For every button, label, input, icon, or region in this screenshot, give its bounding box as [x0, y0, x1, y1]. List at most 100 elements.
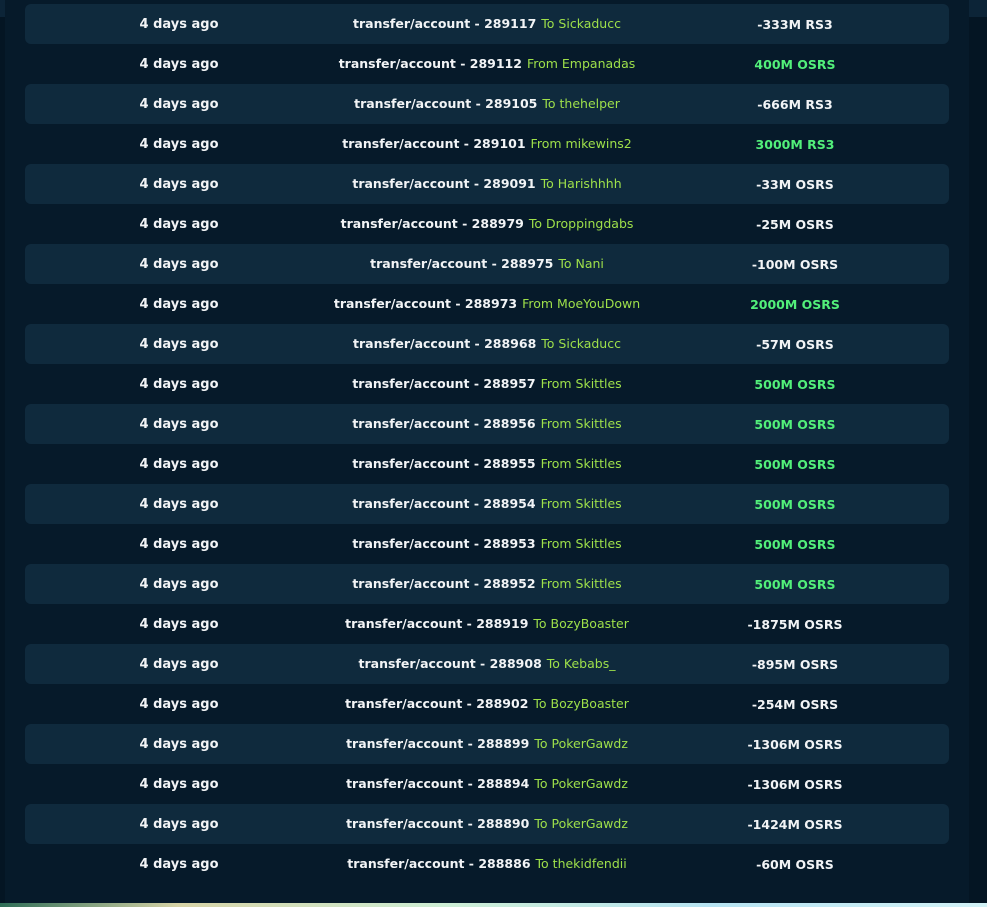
transaction-party-link[interactable]: From Skittles	[541, 376, 622, 391]
transaction-description: transfer/account - 288955 From Skittles	[333, 456, 641, 472]
transaction-party-link[interactable]: From Skittles	[541, 576, 622, 591]
transaction-row: 4 days ago transfer/account - 288956 From …	[25, 404, 949, 444]
transaction-ref: transfer/account - 288975	[370, 256, 554, 271]
transaction-party-link[interactable]: To Kebabs_	[547, 656, 616, 671]
transaction-amount: -666M RS3	[757, 96, 833, 112]
transaction-party-link[interactable]: To Harishhhh	[541, 176, 622, 191]
transaction-time: 4 days ago	[139, 256, 219, 272]
transaction-description: transfer/account - 288957 From Skittles	[333, 376, 641, 392]
transaction-description: transfer/account - 288954 From Skittles	[333, 496, 641, 512]
transaction-amount: -1424M OSRS	[747, 816, 843, 832]
transaction-ref: transfer/account - 288968	[353, 336, 537, 351]
transaction-party-link[interactable]: To Sickaducc	[541, 16, 621, 31]
transaction-party-link[interactable]: To BozyBoaster	[533, 696, 628, 711]
transaction-ref: transfer/account - 288919	[345, 616, 529, 631]
transaction-time: 4 days ago	[139, 536, 219, 552]
transaction-time: 4 days ago	[139, 856, 219, 872]
transaction-description: transfer/account - 288886 To thekidfendii	[333, 856, 641, 872]
transaction-amount: 400M OSRS	[754, 56, 836, 72]
transaction-amount: -1875M OSRS	[747, 616, 843, 632]
transaction-row: 4 days ago transfer/account - 289091 To Ha…	[25, 164, 949, 204]
transaction-amount: 500M OSRS	[754, 496, 836, 512]
transaction-row: 4 days ago transfer/account - 288902 To Bo…	[25, 684, 949, 724]
transaction-time: 4 days ago	[139, 416, 219, 432]
transaction-description: transfer/account - 289101 From mikewins2	[333, 136, 641, 152]
transaction-time: 4 days ago	[139, 696, 219, 712]
transaction-ref: transfer/account - 288886	[347, 856, 531, 871]
transaction-ref: transfer/account - 289117	[353, 16, 537, 31]
transaction-ref: transfer/account - 288952	[352, 576, 536, 591]
transaction-description: transfer/account - 288968 To Sickaducc	[333, 336, 641, 352]
transaction-party-link[interactable]: From Skittles	[541, 536, 622, 551]
transaction-party-link[interactable]: To BozyBoaster	[533, 616, 628, 631]
transaction-description: transfer/account - 288908 To Kebabs_	[333, 656, 641, 672]
transaction-amount: -33M OSRS	[756, 176, 834, 192]
transaction-row: 4 days ago transfer/account - 288952 From …	[25, 564, 949, 604]
transaction-ref: transfer/account - 289091	[352, 176, 536, 191]
transaction-ref: transfer/account - 289105	[354, 96, 538, 111]
transaction-amount: 500M OSRS	[754, 576, 836, 592]
transaction-time: 4 days ago	[139, 176, 219, 192]
transaction-list: 4 days ago transfer/account - 289117 To Si…	[25, 4, 949, 884]
transaction-description: transfer/account - 288952 From Skittles	[333, 576, 641, 592]
transaction-row: 4 days ago transfer/account - 288957 From …	[25, 364, 949, 404]
transaction-amount: -333M RS3	[757, 16, 833, 32]
transaction-party-link[interactable]: To PokerGawdz	[534, 776, 628, 791]
transaction-party-link[interactable]: From Skittles	[541, 496, 622, 511]
transaction-party-link[interactable]: To PokerGawdz	[534, 736, 628, 751]
transaction-amount: 500M OSRS	[754, 376, 836, 392]
transaction-amount: 500M OSRS	[754, 416, 836, 432]
transaction-party-link[interactable]: To thehelper	[542, 96, 620, 111]
transaction-time: 4 days ago	[139, 56, 219, 72]
transaction-description: transfer/account - 288975 To Nani	[333, 256, 641, 272]
transaction-description: transfer/account - 288899 To PokerGawdz	[333, 736, 641, 752]
transaction-time: 4 days ago	[139, 656, 219, 672]
transaction-time: 4 days ago	[139, 736, 219, 752]
transaction-amount: -1306M OSRS	[747, 776, 843, 792]
transaction-party-link[interactable]: From Empanadas	[527, 56, 635, 71]
transaction-row: 4 days ago transfer/account - 289105 To th…	[25, 84, 949, 124]
transaction-time: 4 days ago	[139, 96, 219, 112]
transaction-ref: transfer/account - 289112	[338, 56, 522, 71]
transaction-party-link[interactable]: To PokerGawdz	[534, 816, 628, 831]
transaction-amount: -57M OSRS	[756, 336, 834, 352]
transaction-party-link[interactable]: From MoeYouDown	[522, 296, 640, 311]
transaction-time: 4 days ago	[139, 496, 219, 512]
transaction-amount: -895M OSRS	[751, 656, 839, 672]
bottom-gradient-bar	[0, 903, 987, 907]
transaction-row: 4 days ago transfer/account - 289117 To Si…	[25, 4, 949, 44]
transaction-party-link[interactable]: To Sickaducc	[541, 336, 621, 351]
transaction-party-link[interactable]: To Droppingdabs	[529, 216, 634, 231]
transaction-time: 4 days ago	[139, 296, 219, 312]
transaction-row: 4 days ago transfer/account - 289112 From …	[25, 44, 949, 84]
transaction-party-link[interactable]: To thekidfendii	[536, 856, 627, 871]
transaction-description: transfer/account - 288890 To PokerGawdz	[333, 816, 641, 832]
transaction-row: 4 days ago transfer/account - 288955 From …	[25, 444, 949, 484]
transaction-row: 4 days ago transfer/account - 288890 To Po…	[25, 804, 949, 844]
transaction-ref: transfer/account - 288902	[345, 696, 529, 711]
transaction-ref: transfer/account - 288954	[352, 496, 536, 511]
transaction-row: 4 days ago transfer/account - 288886 To th…	[25, 844, 949, 884]
transaction-ref: transfer/account - 288956	[352, 416, 536, 431]
transaction-amount: 3000M RS3	[755, 136, 835, 152]
transaction-ref: transfer/account - 288973	[333, 296, 518, 311]
transaction-description: transfer/account - 288953 From Skittles	[333, 536, 641, 552]
transaction-ref: transfer/account - 288955	[352, 456, 536, 471]
transaction-amount: 500M OSRS	[754, 456, 836, 472]
transaction-description: transfer/account - 288894 To PokerGawdz	[333, 776, 641, 792]
transaction-party-link[interactable]: To Nani	[558, 256, 604, 271]
transaction-description: transfer/account - 288919 To BozyBoaster	[333, 616, 641, 632]
transaction-amount: 500M OSRS	[754, 536, 836, 552]
transaction-party-link[interactable]: From Skittles	[541, 456, 622, 471]
transaction-amount: -254M OSRS	[751, 696, 839, 712]
transaction-time: 4 days ago	[139, 16, 219, 32]
transaction-row: 4 days ago transfer/account - 288894 To Po…	[25, 764, 949, 804]
transaction-time: 4 days ago	[139, 336, 219, 352]
transaction-ref: transfer/account - 288890	[346, 816, 530, 831]
transaction-party-link[interactable]: From Skittles	[541, 416, 622, 431]
transaction-description: transfer/account - 288902 To BozyBoaster	[333, 696, 641, 712]
transaction-row: 4 days ago transfer/account - 288968 To Si…	[25, 324, 949, 364]
transaction-ref: transfer/account - 288899	[346, 736, 530, 751]
transaction-party-link[interactable]: From mikewins2	[531, 136, 632, 151]
transaction-time: 4 days ago	[139, 576, 219, 592]
